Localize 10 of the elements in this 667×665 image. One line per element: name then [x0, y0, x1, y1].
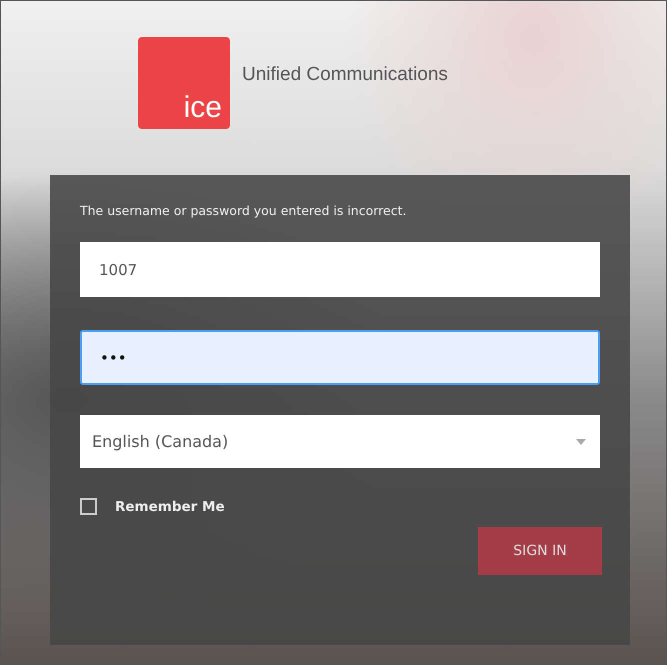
remember-checkbox[interactable] [80, 498, 97, 515]
remember-label: Remember Me [115, 498, 225, 514]
app-title: Unified Communications [242, 64, 448, 86]
sign-in-button[interactable]: SIGN IN [478, 527, 602, 575]
logo: ice [138, 37, 230, 129]
language-dropdown[interactable]: English (Canada) [80, 415, 600, 468]
caret-icon [576, 438, 586, 444]
username-field[interactable]: 1007 [80, 242, 600, 297]
error-message: The username or password you entered is incorrect. [80, 203, 408, 218]
password-field[interactable]: ••• [80, 330, 600, 385]
